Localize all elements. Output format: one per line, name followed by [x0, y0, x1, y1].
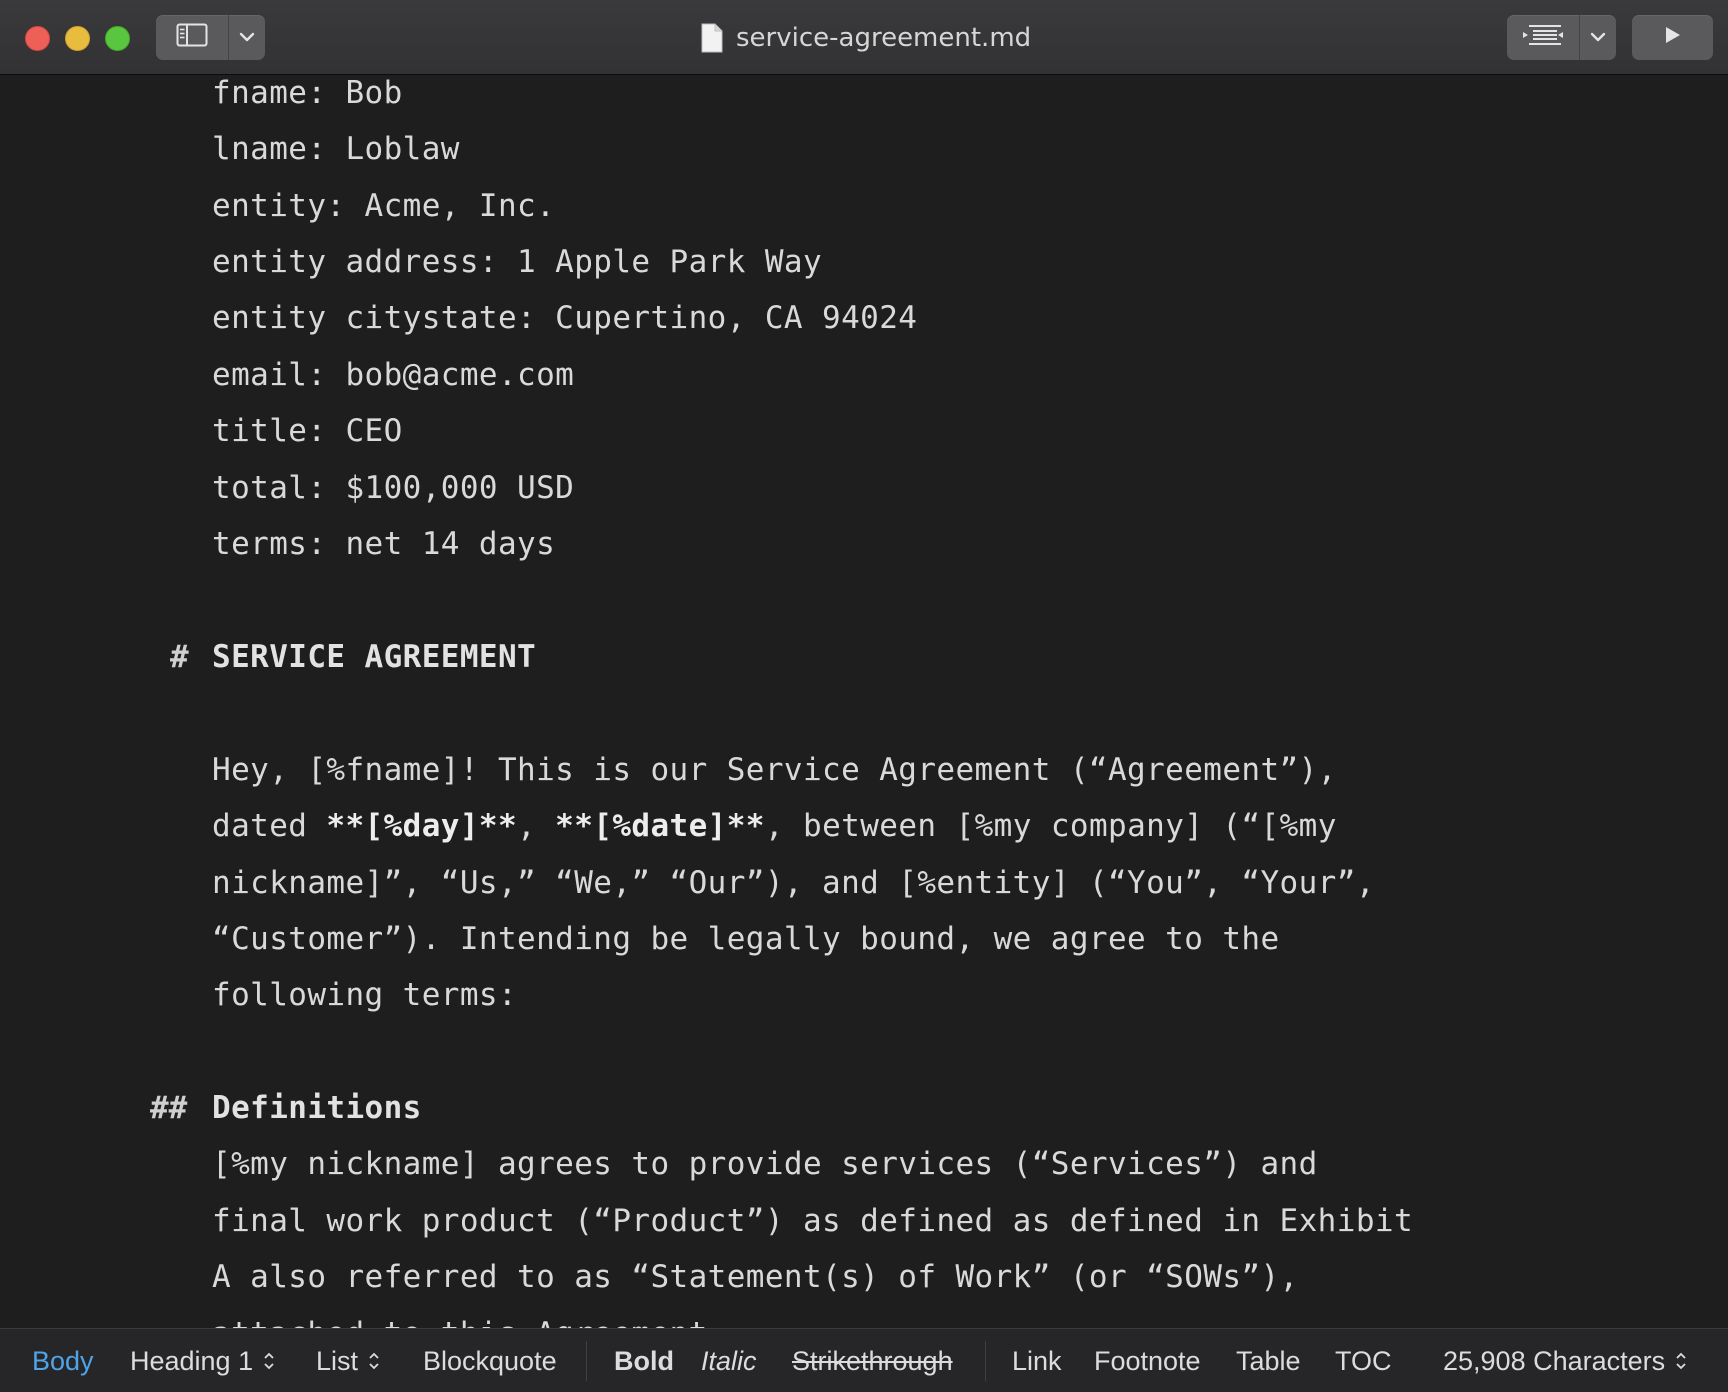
bold-button[interactable]: Bold	[614, 1329, 674, 1392]
sidebar-menu-button[interactable]	[229, 15, 265, 60]
chevron-down-icon	[239, 29, 255, 47]
sidebar-toggle-button[interactable]	[156, 15, 228, 60]
paragraph-line: [%my nickname] agrees to provide service…	[212, 1146, 1318, 1182]
bold-placeholder: **[%day]**	[326, 808, 518, 844]
link-button[interactable]: Link	[1012, 1329, 1062, 1392]
window-title: service-agreement.md	[700, 0, 1031, 75]
front-matter-line: entity: Acme, Inc.	[212, 188, 556, 224]
paragraph-line: “Customer”). Intending be legally bound,…	[212, 921, 1280, 957]
paragraph-line: following terms:	[212, 977, 518, 1013]
paragraph-text: , between [%my company] (“[%my	[764, 808, 1337, 844]
heading-1-marker: #	[170, 639, 189, 675]
window-title-text: service-agreement.md	[736, 22, 1032, 53]
front-matter-line: total: $100,000 USD	[212, 470, 575, 506]
heading-2-text: Definitions	[212, 1090, 422, 1126]
front-matter-line: entity citystate: Cupertino, CA 94024	[212, 300, 918, 336]
play-icon	[1665, 26, 1681, 49]
preview-control	[1632, 15, 1713, 60]
paragraph-text: dated	[212, 808, 327, 844]
minimize-window-button[interactable]	[65, 26, 90, 51]
list-style-label: List	[316, 1345, 359, 1376]
up-down-chevron-icon	[263, 1351, 275, 1371]
body-style-button[interactable]: Body	[32, 1329, 94, 1392]
paragraph-line: nickname]”, “Us,” “We,” “Our”), and [%en…	[212, 865, 1375, 901]
up-down-chevron-icon	[368, 1351, 380, 1371]
outline-control	[1507, 15, 1616, 60]
preview-button[interactable]	[1632, 15, 1713, 60]
outline-menu-button[interactable]	[1580, 15, 1616, 60]
blockquote-button[interactable]: Blockquote	[423, 1329, 557, 1392]
paragraph-line: dated **[%day]**, **[%date]**, between […	[212, 808, 1337, 844]
markdown-editor[interactable]: fname: Bob lname: Loblaw entity: Acme, I…	[0, 75, 1728, 1328]
sidebar-control	[156, 15, 265, 60]
heading-1-text: SERVICE AGREEMENT	[212, 639, 537, 675]
character-count-popup[interactable]: 25,908 Characters	[1443, 1329, 1687, 1392]
italic-button[interactable]: Italic	[701, 1329, 757, 1392]
up-down-chevron-icon	[1675, 1351, 1687, 1371]
toolbar-divider	[985, 1341, 986, 1381]
zoom-window-button[interactable]	[105, 26, 130, 51]
outline-list-icon	[1523, 24, 1563, 51]
heading-style-label: Heading 1	[130, 1345, 254, 1376]
front-matter-line: entity address: 1 Apple Park Way	[212, 244, 823, 280]
front-matter-line: email: bob@acme.com	[212, 357, 575, 393]
toc-button[interactable]: TOC	[1335, 1329, 1392, 1392]
front-matter-line: lname: Loblaw	[212, 131, 460, 167]
editor-window: service-agreement.md fname: Bob lname: L…	[0, 0, 1728, 1392]
heading-style-popup[interactable]: Heading 1	[130, 1329, 275, 1392]
paragraph-line: A also referred to as “Statement(s) of W…	[212, 1259, 1299, 1295]
paragraph-text: ,	[517, 808, 556, 844]
character-count-label: 25,908 Characters	[1443, 1345, 1666, 1376]
close-window-button[interactable]	[25, 26, 50, 51]
front-matter-line: terms: net 14 days	[212, 526, 556, 562]
title-bar: service-agreement.md	[0, 0, 1728, 75]
table-button[interactable]: Table	[1236, 1329, 1301, 1392]
sidebar-toggle-icon	[176, 23, 208, 52]
chevron-down-icon	[1590, 29, 1606, 47]
outline-button[interactable]	[1507, 15, 1579, 60]
paragraph-line: final work product (“Product”) as define…	[212, 1203, 1414, 1239]
paragraph-line: attached to this Agreement.	[212, 1316, 727, 1328]
format-toolbar: Body Heading 1 List Blockquote Bold Ital…	[0, 1328, 1728, 1392]
bold-placeholder: **[%date]**	[555, 808, 765, 844]
heading-2-marker: ##	[150, 1090, 188, 1126]
strikethrough-button[interactable]: Strikethrough	[792, 1329, 953, 1392]
paragraph-line: Hey, [%fname]! This is our Service Agree…	[212, 752, 1337, 788]
front-matter-line: title: CEO	[212, 413, 403, 449]
footnote-button[interactable]: Footnote	[1094, 1329, 1201, 1392]
toolbar-divider	[586, 1341, 587, 1381]
document-icon	[700, 23, 724, 53]
list-style-popup[interactable]: List	[316, 1329, 380, 1392]
front-matter-line: fname: Bob	[212, 75, 403, 111]
